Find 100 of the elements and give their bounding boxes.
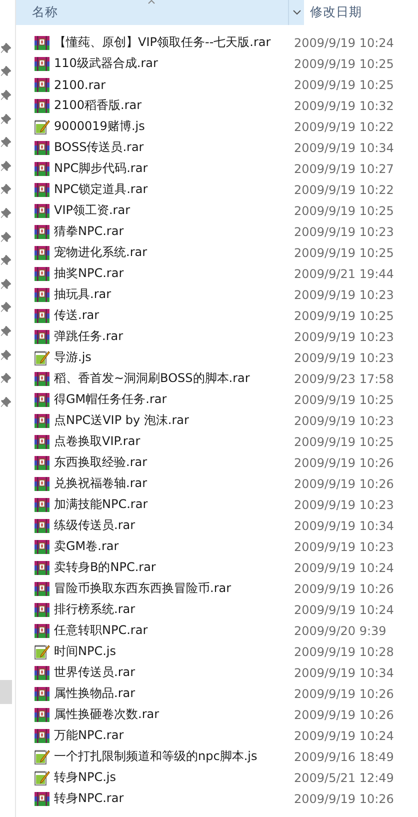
- modified-date: 2009/9/19 10:23: [294, 414, 394, 428]
- file-name[interactable]: 抽玩具.rar: [54, 286, 294, 303]
- modified-date: 2009/9/19 10:34: [294, 518, 394, 532]
- file-name[interactable]: 卖GM卷.rar: [54, 538, 294, 555]
- modified-date: 2009/9/19 10:23: [294, 288, 394, 302]
- file-name[interactable]: 2100.rar: [54, 78, 294, 92]
- modified-date: 2009/9/23 17:58: [294, 372, 394, 386]
- archive-icon: [34, 728, 50, 744]
- file-name[interactable]: 排行榜系统.rar: [54, 601, 294, 618]
- archive-icon: [34, 686, 50, 702]
- modified-date: 2009/9/19 10:24: [294, 728, 394, 742]
- archive-icon: [34, 392, 50, 408]
- archive-icon: [34, 664, 50, 680]
- file-name[interactable]: 转身NPC.js: [54, 769, 294, 786]
- file-name[interactable]: 猜拳NPC.rar: [54, 223, 294, 240]
- file-name[interactable]: 宠物进化系统.rar: [54, 244, 294, 261]
- modified-date: 2009/9/21 19:44: [294, 266, 394, 280]
- archive-icon: [34, 476, 50, 492]
- file-name[interactable]: 弹跳任务.rar: [54, 328, 294, 345]
- modified-date: 2009/9/19 10:25: [294, 78, 394, 92]
- file-name[interactable]: 抽奖NPC.rar: [54, 265, 294, 282]
- notepad-pencil-icon: [34, 770, 50, 786]
- archive-icon: [34, 602, 50, 618]
- file-name[interactable]: 属性换砸卷次数.rar: [54, 706, 294, 723]
- modified-date: 2009/9/19 10:23: [294, 498, 394, 512]
- modified-date: 2009/9/19 10:22: [294, 182, 394, 196]
- file-name[interactable]: 冒险币换取东西东西换冒险币.rar: [54, 580, 294, 597]
- archive-icon: [34, 202, 50, 218]
- file-name[interactable]: 转身NPC.rar: [54, 790, 294, 807]
- dropdown-chevron-icon[interactable]: [292, 10, 300, 15]
- archive-icon: [34, 160, 50, 176]
- modified-date: 2009/9/19 10:26: [294, 708, 394, 722]
- archive-icon: [34, 76, 50, 92]
- file-name[interactable]: 得GM帽任务任务.rar: [54, 391, 294, 408]
- modified-date: 2009/9/19 10:26: [294, 582, 394, 596]
- modified-date: 2009/9/19 10:34: [294, 140, 394, 154]
- file-name[interactable]: 2100稻香版.rar: [54, 97, 294, 114]
- modified-date: 2009/9/19 10:26: [294, 456, 394, 470]
- modified-date: 2009/9/19 10:26: [294, 476, 394, 490]
- modified-date: 2009/9/19 10:24: [294, 36, 394, 50]
- modified-date: 2009/9/19 10:28: [294, 644, 394, 658]
- file-name[interactable]: 时间NPC.js: [54, 643, 294, 660]
- archive-icon: [34, 56, 50, 72]
- archive-icon: [34, 560, 50, 576]
- file-name[interactable]: BOSS传送员.rar: [54, 139, 294, 156]
- modified-date: 2009/9/19 10:25: [294, 392, 394, 406]
- modified-date: 2009/9/19 10:26: [294, 792, 394, 806]
- file-name[interactable]: NPC脚步代码.rar: [54, 160, 294, 177]
- archive-icon: [34, 286, 50, 302]
- file-name[interactable]: 东西换取经验.rar: [54, 454, 294, 471]
- file-name[interactable]: 110级武器合成.rar: [54, 55, 294, 72]
- file-name[interactable]: 练级传送员.rar: [54, 517, 294, 534]
- column-header[interactable]: 名称: [16, 0, 288, 25]
- file-name[interactable]: 一个打扎限制频道和等级的npc脚本.js: [54, 748, 294, 765]
- modified-date: 2009/9/16 18:49: [294, 750, 394, 764]
- column-header[interactable]: 修改日期: [304, 0, 418, 25]
- archive-icon: [34, 308, 50, 324]
- file-name[interactable]: 卖转身B的NPC.rar: [54, 559, 294, 576]
- file-name[interactable]: NPC锁定道具.rar: [54, 181, 294, 198]
- modified-date: 2009/9/19 10:25: [294, 204, 394, 218]
- file-name[interactable]: 加满技能NPC.rar: [54, 496, 294, 513]
- notepad-pencil-icon: [34, 644, 50, 660]
- archive-icon: [34, 182, 50, 198]
- archive-icon: [34, 538, 50, 554]
- file-name[interactable]: 点卷换取VIP.rar: [54, 433, 294, 450]
- modified-date: 2009/9/19 10:24: [294, 560, 394, 574]
- notepad-pencil-icon: [34, 118, 50, 134]
- file-name[interactable]: 属性换物品.rar: [54, 685, 294, 702]
- modified-date: 2009/9/19 10:25: [294, 56, 394, 70]
- file-name[interactable]: 9000019赌博.js: [54, 118, 294, 135]
- archive-icon: [34, 454, 50, 470]
- file-name[interactable]: 万能NPC.rar: [54, 727, 294, 744]
- file-name[interactable]: 导游.js: [54, 349, 294, 366]
- file-name[interactable]: 世界传送员.rar: [54, 664, 294, 681]
- file-name[interactable]: 传送.rar: [54, 307, 294, 324]
- archive-icon: [34, 790, 50, 806]
- modified-date: 2009/9/19 10:23: [294, 224, 394, 238]
- archive-icon: [34, 496, 50, 512]
- modified-date: 2009/9/19 10:27: [294, 162, 394, 176]
- notepad-pencil-icon: [34, 748, 50, 764]
- archive-icon: [34, 34, 50, 50]
- modified-date: 2009/9/19 10:22: [294, 120, 394, 134]
- modified-date: 2009/9/19 10:25: [294, 308, 394, 322]
- file-name[interactable]: VIP领工资.rar: [54, 202, 294, 219]
- archive-icon: [34, 266, 50, 282]
- modified-date: 2009/9/19 10:25: [294, 246, 394, 260]
- archive-icon: [34, 140, 50, 156]
- modified-date: 2009/9/20 9:39: [294, 624, 386, 638]
- modified-date: 2009/5/21 12:49: [294, 770, 394, 784]
- file-name[interactable]: 任意转职NPC.rar: [54, 622, 294, 639]
- modified-date: 2009/9/19 10:24: [294, 602, 394, 616]
- file-name[interactable]: 稻、香首发~洞洞刷BOSS的脚本.rar: [54, 370, 294, 387]
- archive-icon: [34, 706, 50, 722]
- file-name[interactable]: 【懂莼、原创】VIP领取任务--七天版.rar: [54, 34, 294, 51]
- notepad-pencil-icon: [34, 350, 50, 366]
- archive-icon: [34, 224, 50, 240]
- archive-icon: [34, 412, 50, 428]
- file-name[interactable]: 点NPC送VIP by 泡沫.rar: [54, 412, 294, 429]
- archive-icon: [34, 622, 50, 638]
- file-name[interactable]: 兑换祝福卷轴.rar: [54, 475, 294, 492]
